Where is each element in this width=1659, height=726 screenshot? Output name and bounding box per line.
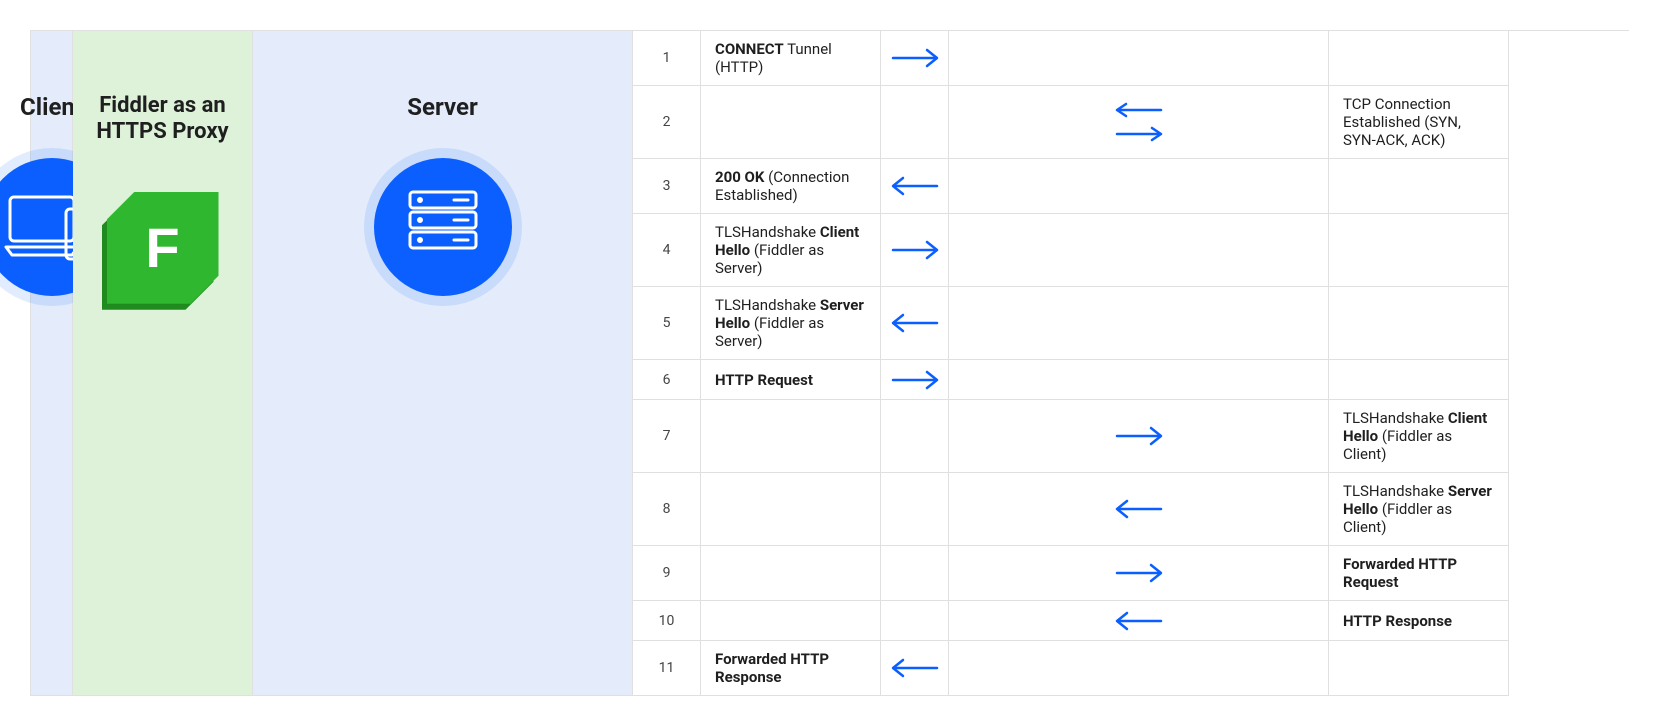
fiddler-title: Fiddler as an HTTPS Proxy [87,93,238,146]
client-message [701,546,881,601]
client-arrow [881,31,949,86]
server-message: TLSHandshake Server Hello (Fiddler as Cl… [1329,473,1509,546]
server-arrow [949,546,1329,601]
client-message [701,601,881,641]
server-message [1329,360,1509,400]
client-message: TLSHandshake Server Hello (Fiddler as Se… [701,287,881,360]
server-arrow [949,86,1329,159]
server-message [1329,287,1509,360]
client-message [701,86,881,159]
server-message [1329,159,1509,214]
server-message [1329,214,1509,287]
https-proxy-diagram: 1 Client CONNECT Tunnel (HTTP) Fiddler a… [30,30,1629,696]
row-number: 7 [633,400,701,473]
row-number: 1 [633,31,701,86]
server-message: TLSHandshake Client Hello (Fiddler as Cl… [1329,400,1509,473]
server-icon [374,158,512,296]
server-column: Server [253,31,633,696]
server-arrow [949,31,1329,86]
server-message: Forwarded HTTP Request [1329,546,1509,601]
client-arrow [881,546,949,601]
client-message: Forwarded HTTP Response [701,641,881,696]
server-message: HTTP Response [1329,601,1509,641]
server-arrow [949,641,1329,696]
server-arrow [949,473,1329,546]
client-arrow [881,159,949,214]
client-message [701,400,881,473]
client-arrow [881,641,949,696]
server-arrow [949,214,1329,287]
row-number: 2 [633,86,701,159]
client-arrow [881,214,949,287]
client-message: HTTP Request [701,360,881,400]
client-message: 200 OK (Connection Established) [701,159,881,214]
client-arrow [881,360,949,400]
client-message: CONNECT Tunnel (HTTP) [701,31,881,86]
row-number: 9 [633,546,701,601]
client-arrow [881,86,949,159]
row-number: 10 [633,601,701,641]
client-arrow [881,473,949,546]
client-arrow [881,601,949,641]
client-arrow [881,287,949,360]
row-number: 3 [633,159,701,214]
row-number: 5 [633,287,701,360]
server-arrow [949,360,1329,400]
server-message: TCP Connection Established (SYN, SYN-ACK… [1329,86,1509,159]
server-arrow [949,400,1329,473]
row-number: 11 [633,641,701,696]
row-number: 6 [633,360,701,400]
client-message [701,473,881,546]
server-message [1329,641,1509,696]
row-number: 8 [633,473,701,546]
server-arrow [949,601,1329,641]
fiddler-icon: F [107,192,219,304]
server-arrow [949,159,1329,214]
client-column: Client [31,31,73,696]
server-arrow [949,287,1329,360]
server-message [1329,31,1509,86]
client-arrow [881,400,949,473]
client-message: TLSHandshake Client Hello (Fiddler as Se… [701,214,881,287]
fiddler-column: Fiddler as an HTTPS Proxy F [73,31,253,696]
server-title: Server [407,93,478,122]
row-number: 4 [633,214,701,287]
